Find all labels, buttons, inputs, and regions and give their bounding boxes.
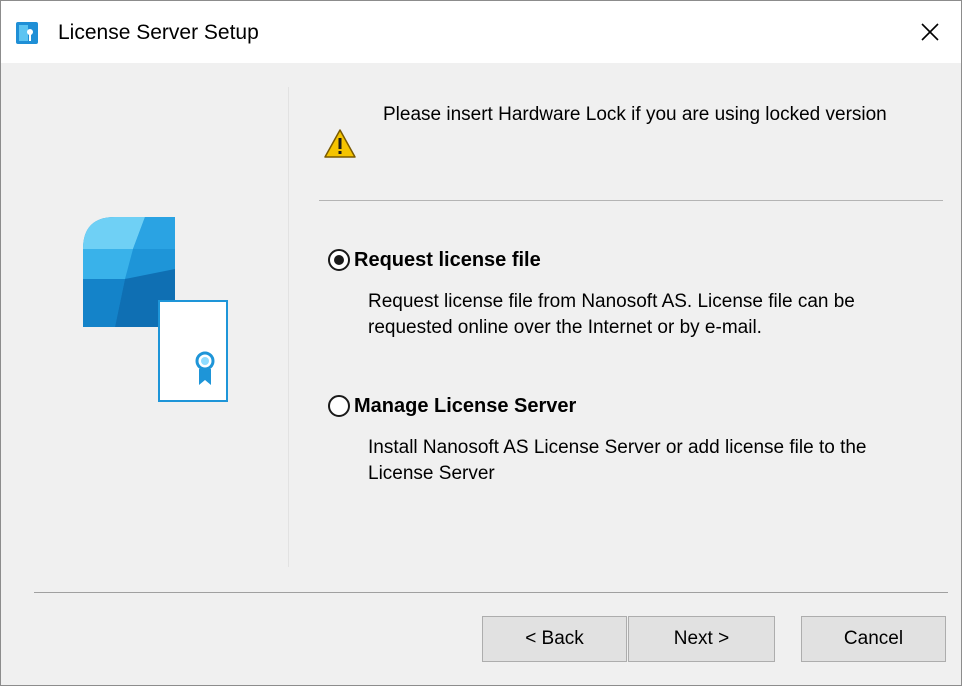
footer-divider	[34, 592, 948, 593]
window-title: License Server Setup	[58, 21, 259, 44]
option-request-license-file: Request license file Request license fil…	[328, 245, 938, 341]
request-license-radio[interactable]	[328, 249, 350, 271]
license-key-app-icon	[16, 22, 38, 44]
license-certificate-illustration	[83, 217, 228, 402]
next-button[interactable]: Next >	[628, 616, 775, 662]
close-icon	[921, 23, 939, 41]
hardware-lock-notice: Please insert Hardware Lock if you are u…	[323, 102, 923, 172]
close-button[interactable]	[899, 1, 961, 63]
vertical-divider	[288, 87, 289, 567]
manage-server-label[interactable]: Manage License Server	[354, 393, 576, 419]
manage-server-radio-row[interactable]: Manage License Server	[328, 391, 938, 421]
manage-server-description: Install Nanosoft AS License Server or ad…	[368, 437, 867, 484]
back-button[interactable]: < Back	[482, 616, 627, 662]
title-bar[interactable]: License Server Setup	[1, 1, 961, 63]
warning-icon	[324, 129, 356, 158]
request-license-label[interactable]: Request license file	[354, 247, 541, 273]
cancel-button[interactable]: Cancel	[801, 616, 946, 662]
request-license-description: Request license file from Nanosoft AS. L…	[368, 291, 855, 338]
request-license-radio-row[interactable]: Request license file	[328, 245, 938, 275]
option-manage-license-server: Manage License Server Install Nanosoft A…	[328, 391, 938, 487]
notice-text: Please insert Hardware Lock if you are u…	[383, 104, 887, 125]
manage-server-radio[interactable]	[328, 395, 350, 417]
content-divider	[319, 200, 943, 201]
license-server-setup-dialog: License Server Setup Please insert Hardw…	[0, 0, 962, 686]
